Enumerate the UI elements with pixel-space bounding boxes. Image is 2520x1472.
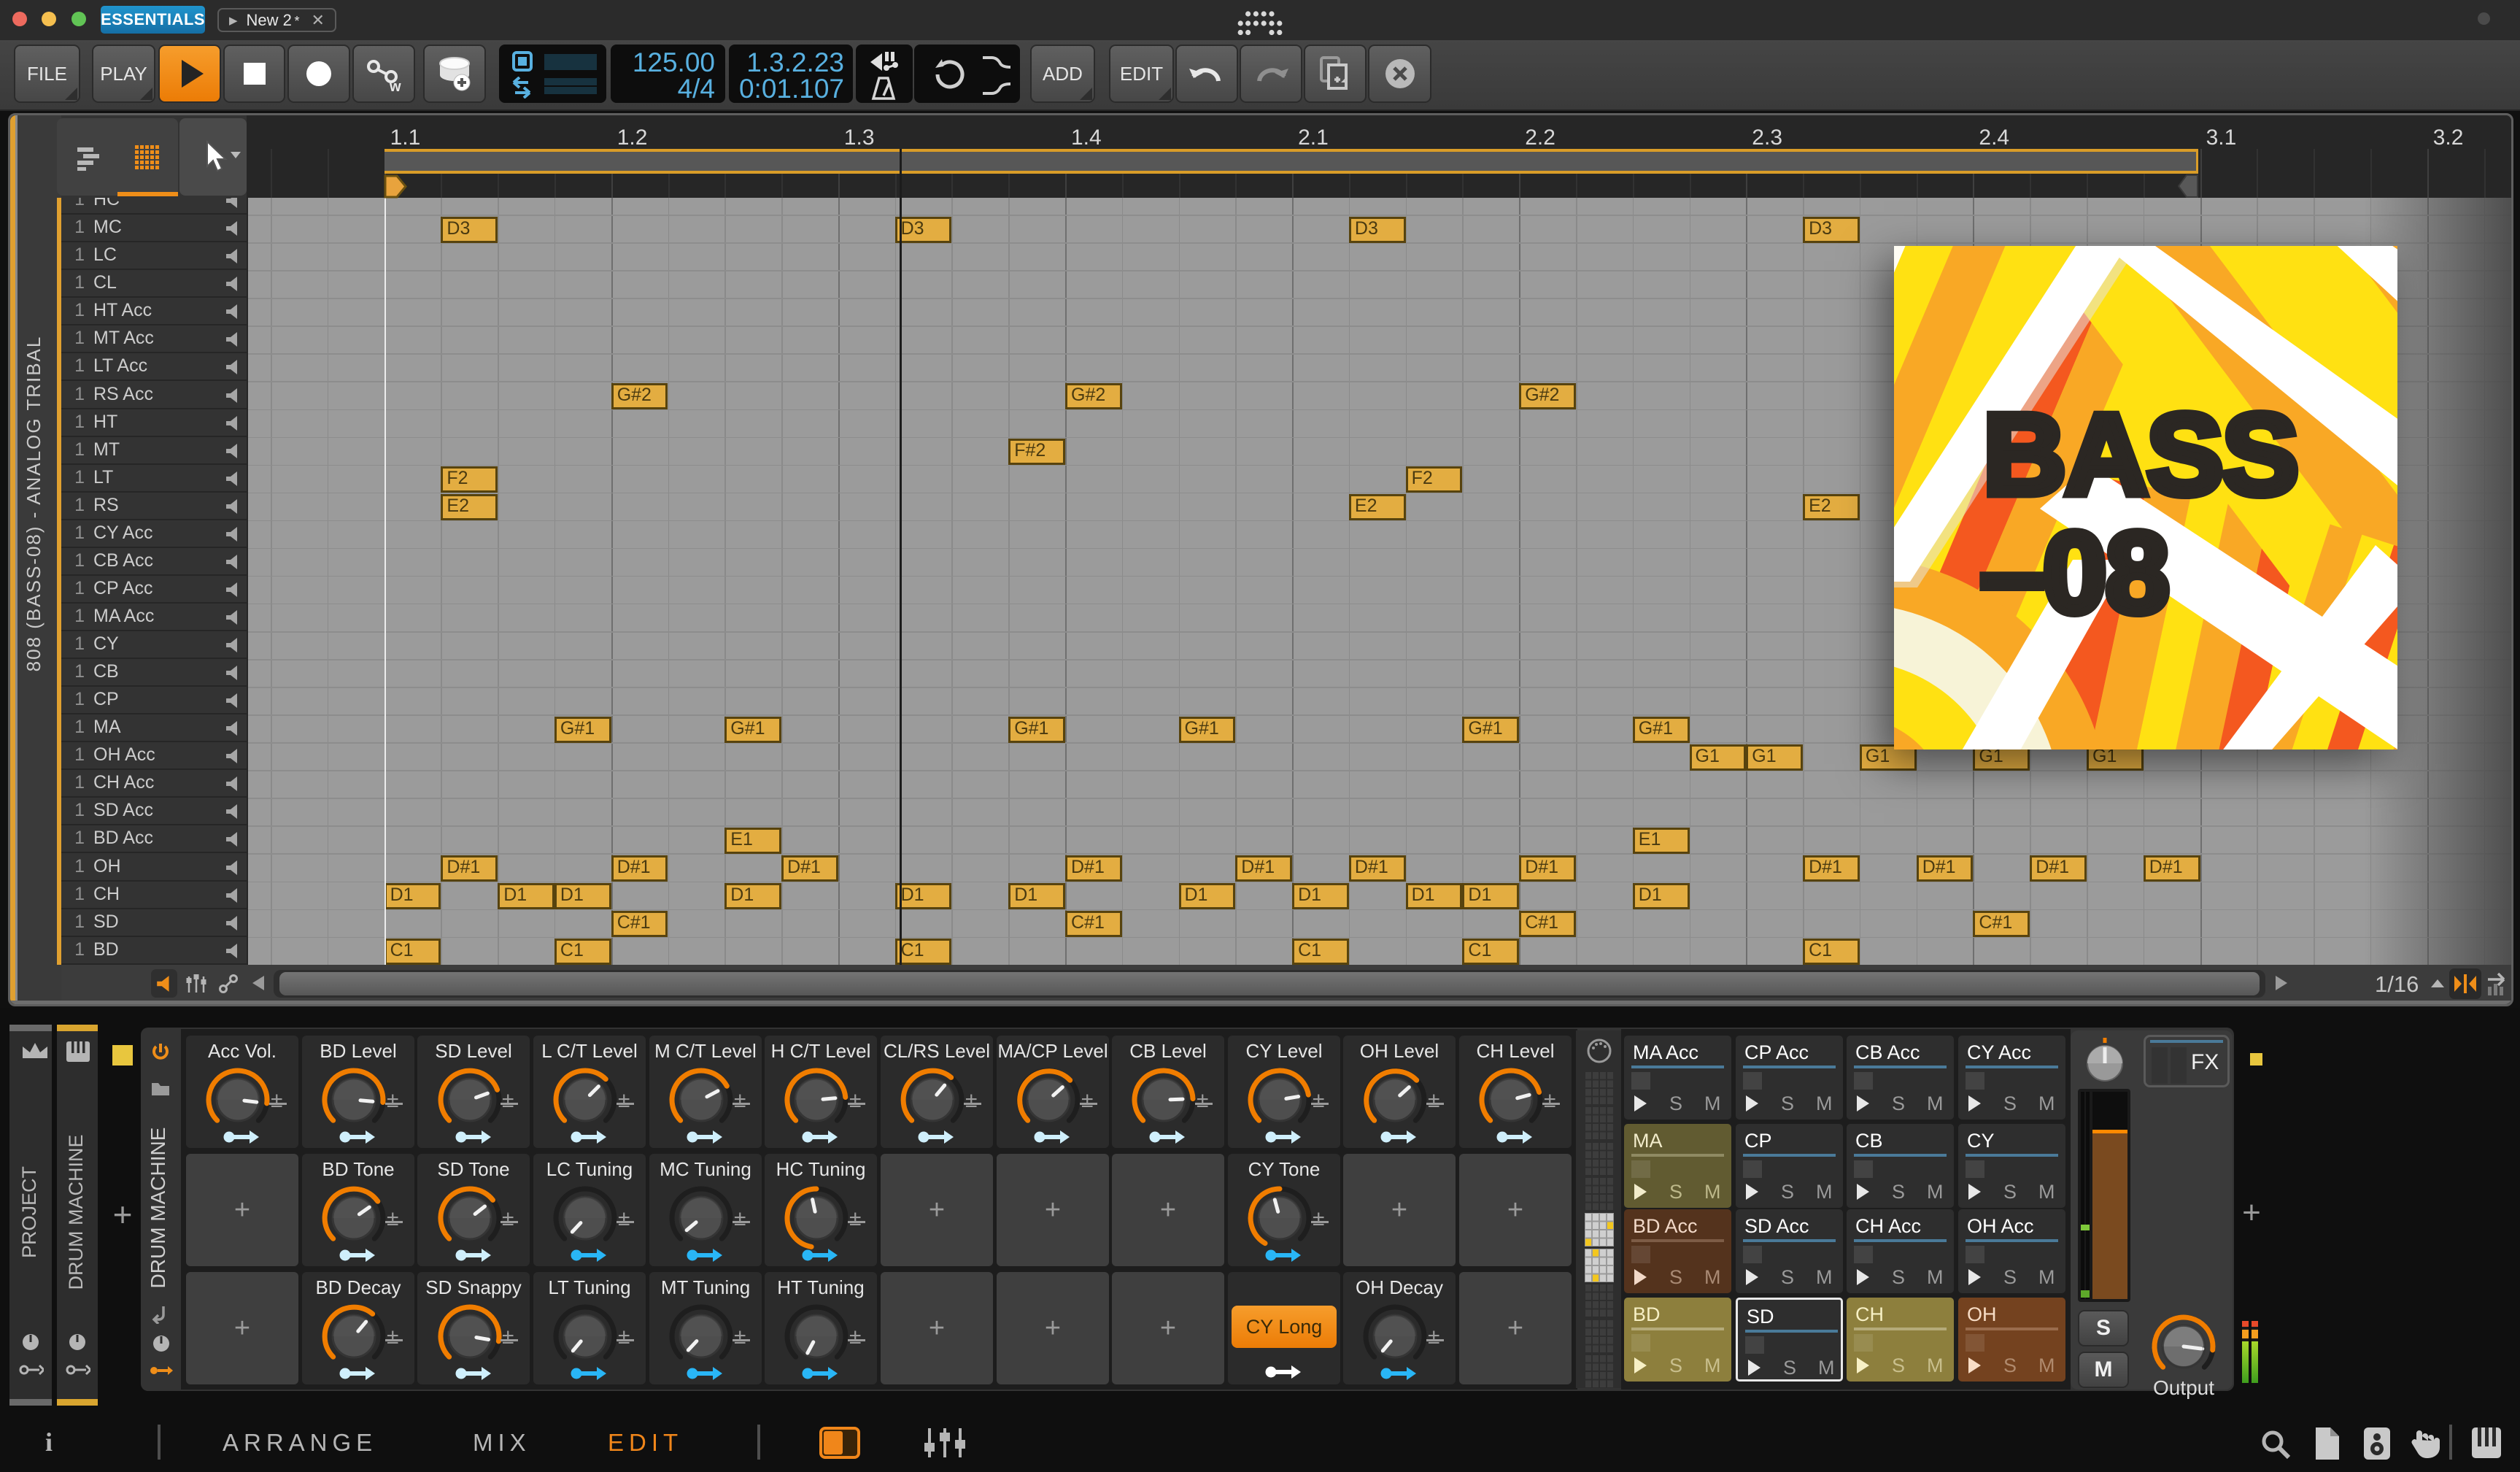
svg-text:–08: –08 bbox=[1980, 509, 2168, 637]
svg-text:BASS: BASS bbox=[1983, 390, 2297, 519]
svg-text:w: w bbox=[389, 79, 401, 93]
